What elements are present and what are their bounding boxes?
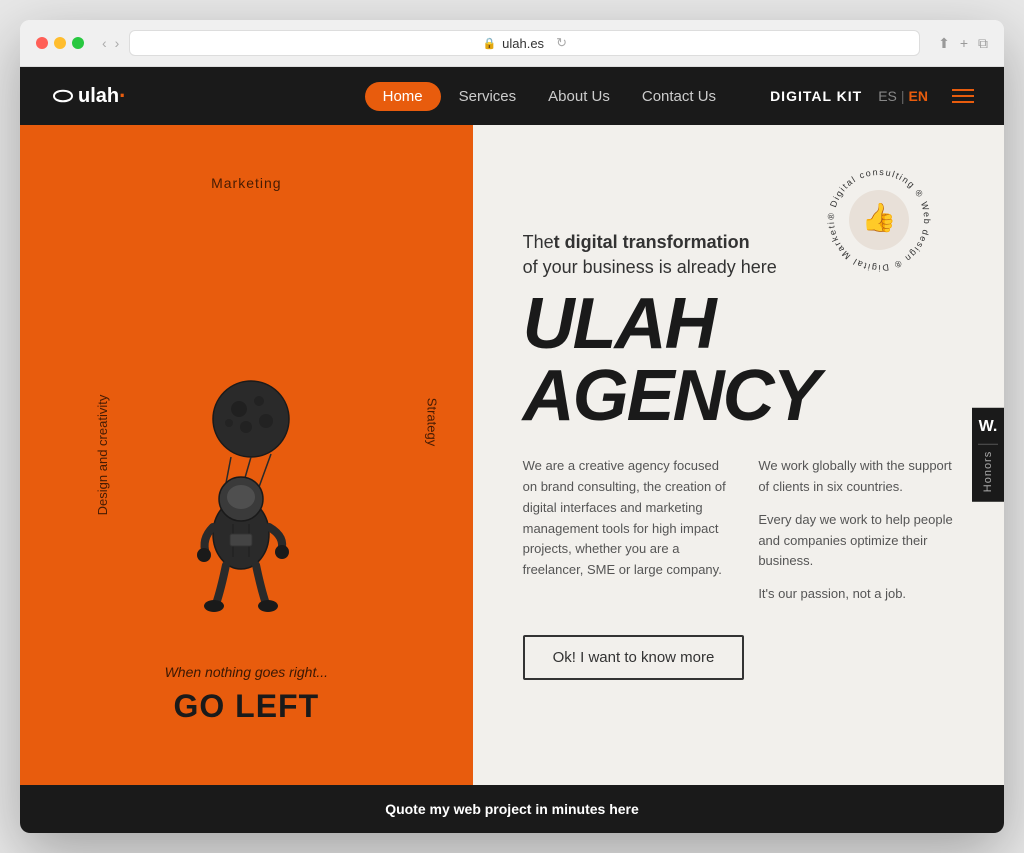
nav-links: Home Services About Us Contact Us [365, 82, 730, 111]
side-widget-label[interactable]: Honors [982, 451, 994, 492]
browser-chrome: ‹ › 🔒 ulah.es ↻ ⬆ + ⧉ [20, 20, 1004, 67]
url-text: ulah.es [502, 36, 544, 51]
back-icon[interactable]: ‹ [102, 35, 107, 51]
minimize-button[interactable] [54, 37, 66, 49]
refresh-icon[interactable]: ↻ [556, 35, 567, 51]
nav-services[interactable]: Services [445, 82, 531, 111]
hero-col2-line1: We work globally with the support of cli… [758, 456, 964, 498]
hero-left-panel: Marketing Design and creativity Strategy [20, 125, 473, 785]
menu-line-3 [952, 101, 974, 103]
hero-col-1: We are a creative agency focused on bran… [523, 456, 729, 605]
forward-icon[interactable]: › [115, 35, 120, 51]
hero-bottom-text: When nothing goes right... GO LEFT [165, 664, 328, 755]
hero-section: Marketing Design and creativity Strategy [20, 125, 1004, 785]
tabs-icon[interactable]: ⧉ [978, 35, 988, 52]
lang-en-button[interactable]: EN [909, 88, 928, 104]
traffic-lights [36, 37, 84, 49]
circular-badge: ® Digital consulting ® Web design ® Digi… [814, 155, 944, 285]
close-button[interactable] [36, 37, 48, 49]
nav-about[interactable]: About Us [534, 82, 624, 111]
browser-actions: ⬆ + ⧉ [938, 35, 988, 52]
digital-kit-link[interactable]: DIGITAL KIT [770, 88, 862, 104]
hero-title-line1: ULAH [523, 284, 715, 364]
hero-col2-line3: It's our passion, not a job. [758, 584, 964, 605]
new-tab-icon[interactable]: + [960, 35, 968, 52]
lang-divider: | [901, 88, 905, 104]
site-logo[interactable]: ulah· [50, 83, 125, 109]
hero-col2-line2: Every day we work to help people and com… [758, 510, 964, 572]
website: ulah· Home Services About Us Contact Us … [20, 67, 1004, 833]
hero-col1-text: We are a creative agency focused on bran… [523, 456, 729, 581]
menu-line-2 [952, 95, 974, 97]
logo-dot: · [119, 83, 125, 109]
language-switcher: ES | EN [878, 88, 928, 104]
maximize-button[interactable] [72, 37, 84, 49]
nav-contact[interactable]: Contact Us [628, 82, 730, 111]
menu-line-1 [952, 89, 974, 91]
hero-tagline-text: When nothing goes right... [165, 664, 328, 680]
lang-es-button[interactable]: ES [878, 88, 897, 104]
browser-window: ‹ › 🔒 ulah.es ↻ ⬆ + ⧉ ulah· Home Serv [20, 20, 1004, 833]
hero-title-line2: AGENCY [523, 356, 819, 436]
hamburger-menu[interactable] [952, 89, 974, 103]
address-bar[interactable]: 🔒 ulah.es ↻ [129, 30, 920, 56]
svg-text:👍: 👍 [862, 201, 897, 234]
nav-right: DIGITAL KIT ES | EN [770, 88, 974, 104]
strategy-label: Strategy [425, 398, 440, 446]
design-label: Design and creativity [95, 395, 110, 516]
astronaut-illustration [146, 384, 346, 644]
hero-description-columns: We are a creative agency focused on bran… [523, 456, 964, 605]
side-widget: W. Honors [972, 408, 1004, 502]
hero-title: ULAH AGENCY [523, 288, 964, 432]
navbar: ulah· Home Services About Us Contact Us … [20, 67, 1004, 125]
nav-home[interactable]: Home [365, 82, 441, 111]
browser-controls: ‹ › [102, 35, 119, 51]
know-more-button[interactable]: Ok! I want to know more [523, 635, 745, 680]
share-icon[interactable]: ⬆ [938, 35, 950, 52]
hero-cta-text: GO LEFT [165, 688, 328, 725]
marketing-label: Marketing [211, 175, 281, 191]
footer-cta-bar[interactable]: Quote my web project in minutes here [20, 785, 1004, 833]
lock-icon: 🔒 [482, 37, 496, 50]
footer-cta-text: Quote my web project in minutes here [385, 801, 639, 817]
side-widget-letter: W. [978, 418, 998, 445]
logo-text: ulah [78, 85, 119, 108]
hero-right-panel: ® Digital consulting ® Web design ® Digi… [473, 125, 1004, 785]
hero-col-2: We work globally with the support of cli… [758, 456, 964, 605]
